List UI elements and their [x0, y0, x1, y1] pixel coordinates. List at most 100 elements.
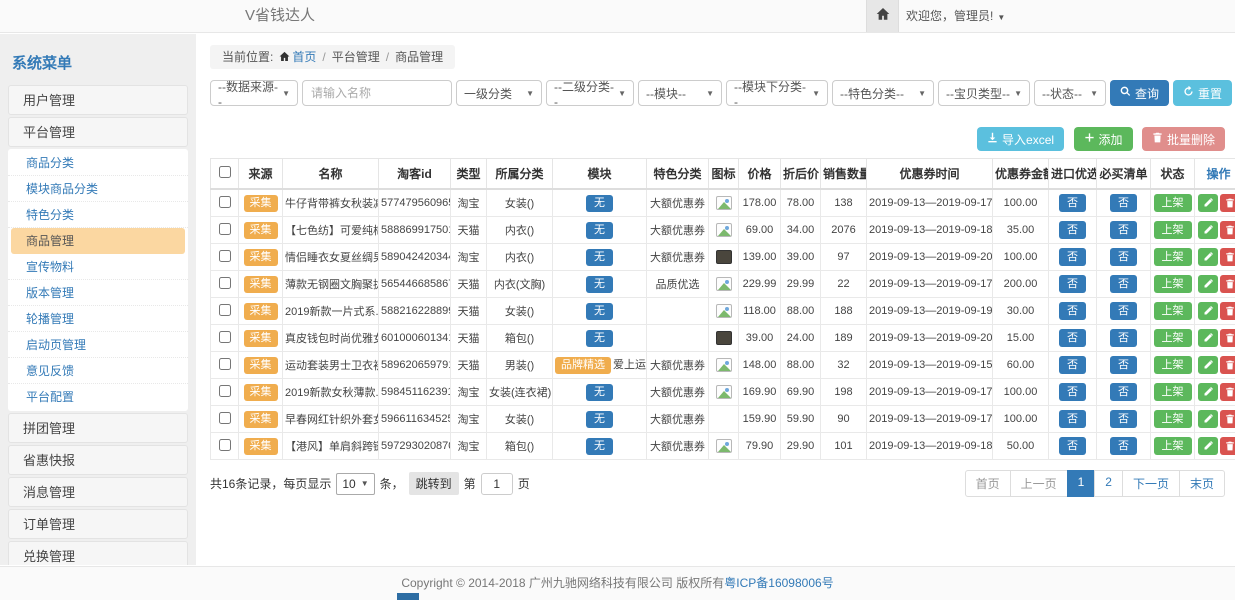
- filter-select-level1-category[interactable]: 一级分类▼: [456, 80, 542, 106]
- row-checkbox[interactable]: [219, 277, 231, 289]
- filter-select-item-type[interactable]: --宝贝类型--▼: [938, 80, 1030, 106]
- delete-button[interactable]: [1220, 356, 1235, 374]
- edit-button[interactable]: [1198, 437, 1218, 455]
- edit-button[interactable]: [1198, 221, 1218, 239]
- sidebar-item-用户管理[interactable]: 用户管理: [8, 85, 188, 115]
- sidebar-item-轮播管理[interactable]: 轮播管理: [8, 306, 188, 332]
- sidebar-item-启动页管理[interactable]: 启动页管理: [8, 332, 188, 358]
- delete-button[interactable]: [1220, 194, 1235, 212]
- sidebar-item-省惠快报[interactable]: 省惠快报: [8, 445, 188, 475]
- must-buy-toggle[interactable]: 否: [1110, 221, 1137, 239]
- sidebar-item-消息管理[interactable]: 消息管理: [8, 477, 188, 507]
- breadcrumb-home-link[interactable]: 首页: [292, 50, 316, 64]
- status-toggle[interactable]: 上架: [1154, 248, 1192, 266]
- must-buy-toggle[interactable]: 否: [1110, 410, 1137, 428]
- sidebar-item-版本管理[interactable]: 版本管理: [8, 280, 188, 306]
- add-button[interactable]: 添加: [1074, 127, 1133, 151]
- edit-button[interactable]: [1198, 383, 1218, 401]
- filter-select-status[interactable]: --状态--▼: [1034, 80, 1106, 106]
- row-checkbox[interactable]: [219, 331, 231, 343]
- edit-button[interactable]: [1198, 302, 1218, 320]
- user-menu[interactable]: 欢迎您，管理员!▼: [906, 0, 1005, 34]
- import-choice-toggle[interactable]: 否: [1059, 437, 1086, 455]
- filter-select-module-subcategory[interactable]: --模块下分类--▼: [726, 80, 828, 106]
- import-choice-toggle[interactable]: 否: [1059, 356, 1086, 374]
- search-button[interactable]: 查询: [1110, 80, 1169, 106]
- select-all-checkbox[interactable]: [219, 166, 231, 178]
- page-button-下一页[interactable]: 下一页: [1122, 470, 1180, 497]
- sidebar-item-平台管理[interactable]: 平台管理: [8, 117, 188, 147]
- import-choice-toggle[interactable]: 否: [1059, 329, 1086, 347]
- row-checkbox[interactable]: [219, 358, 231, 370]
- sidebar-item-宣传物料[interactable]: 宣传物料: [8, 254, 188, 280]
- delete-button[interactable]: [1220, 437, 1235, 455]
- sidebar-item-特色分类[interactable]: 特色分类: [8, 202, 188, 228]
- edit-button[interactable]: [1198, 356, 1218, 374]
- filter-select-feature-category[interactable]: --特色分类--▼: [832, 80, 934, 106]
- row-checkbox[interactable]: [219, 385, 231, 397]
- sidebar-item-兑换管理[interactable]: 兑换管理: [8, 541, 188, 565]
- sidebar-item-商品管理[interactable]: 商品管理: [11, 228, 185, 254]
- page-button-2[interactable]: 2: [1094, 470, 1123, 497]
- reset-button[interactable]: 重置: [1173, 80, 1232, 106]
- must-buy-toggle[interactable]: 否: [1110, 248, 1137, 266]
- row-checkbox[interactable]: [219, 439, 231, 451]
- sidebar-item-拼团管理[interactable]: 拼团管理: [8, 413, 188, 443]
- import-choice-toggle[interactable]: 否: [1059, 410, 1086, 428]
- status-toggle[interactable]: 上架: [1154, 437, 1192, 455]
- delete-button[interactable]: [1220, 302, 1235, 320]
- row-checkbox[interactable]: [219, 196, 231, 208]
- name-search-input[interactable]: [302, 80, 452, 106]
- import-choice-toggle[interactable]: 否: [1059, 302, 1086, 320]
- import-choice-toggle[interactable]: 否: [1059, 383, 1086, 401]
- filter-select-level2-category[interactable]: --二级分类--▼: [546, 80, 634, 106]
- home-button[interactable]: [866, 0, 899, 32]
- jump-page-input[interactable]: [481, 473, 513, 495]
- delete-button[interactable]: [1220, 275, 1235, 293]
- row-checkbox[interactable]: [219, 250, 231, 262]
- edit-button[interactable]: [1198, 194, 1218, 212]
- import-excel-button[interactable]: 导入excel: [977, 127, 1064, 151]
- jump-button[interactable]: 跳转到: [409, 472, 459, 495]
- row-checkbox[interactable]: [219, 412, 231, 424]
- icp-link[interactable]: 粤ICP备16098006号: [724, 576, 833, 590]
- sidebar-item-平台配置[interactable]: 平台配置: [8, 384, 188, 410]
- import-choice-toggle[interactable]: 否: [1059, 275, 1086, 293]
- import-choice-toggle[interactable]: 否: [1059, 221, 1086, 239]
- page-button-首页[interactable]: 首页: [965, 470, 1011, 497]
- must-buy-toggle[interactable]: 否: [1110, 356, 1137, 374]
- delete-button[interactable]: [1220, 248, 1235, 266]
- must-buy-toggle[interactable]: 否: [1110, 302, 1137, 320]
- must-buy-toggle[interactable]: 否: [1110, 194, 1137, 212]
- edit-button[interactable]: [1198, 248, 1218, 266]
- row-checkbox[interactable]: [219, 223, 231, 235]
- status-toggle[interactable]: 上架: [1154, 410, 1192, 428]
- page-button-上一页[interactable]: 上一页: [1010, 470, 1068, 497]
- edit-button[interactable]: [1198, 329, 1218, 347]
- sidebar-item-订单管理[interactable]: 订单管理: [8, 509, 188, 539]
- page-button-1[interactable]: 1: [1067, 470, 1096, 497]
- sidebar-item-模块商品分类[interactable]: 模块商品分类: [8, 176, 188, 202]
- must-buy-toggle[interactable]: 否: [1110, 275, 1137, 293]
- must-buy-toggle[interactable]: 否: [1110, 329, 1137, 347]
- must-buy-toggle[interactable]: 否: [1110, 437, 1137, 455]
- filter-select-data-source[interactable]: --数据来源--▼: [210, 80, 298, 106]
- status-toggle[interactable]: 上架: [1154, 302, 1192, 320]
- page-button-末页[interactable]: 末页: [1179, 470, 1225, 497]
- status-toggle[interactable]: 上架: [1154, 194, 1192, 212]
- filter-select-module[interactable]: --模块--▼: [638, 80, 722, 106]
- must-buy-toggle[interactable]: 否: [1110, 383, 1137, 401]
- delete-button[interactable]: [1220, 329, 1235, 347]
- import-choice-toggle[interactable]: 否: [1059, 194, 1086, 212]
- per-page-select[interactable]: 10▼: [336, 473, 374, 495]
- status-toggle[interactable]: 上架: [1154, 221, 1192, 239]
- status-toggle[interactable]: 上架: [1154, 356, 1192, 374]
- sidebar-item-意见反馈[interactable]: 意见反馈: [8, 358, 188, 384]
- batch-delete-button[interactable]: 批量删除: [1142, 127, 1225, 151]
- edit-button[interactable]: [1198, 410, 1218, 428]
- row-checkbox[interactable]: [219, 304, 231, 316]
- status-toggle[interactable]: 上架: [1154, 329, 1192, 347]
- import-choice-toggle[interactable]: 否: [1059, 248, 1086, 266]
- status-toggle[interactable]: 上架: [1154, 383, 1192, 401]
- status-toggle[interactable]: 上架: [1154, 275, 1192, 293]
